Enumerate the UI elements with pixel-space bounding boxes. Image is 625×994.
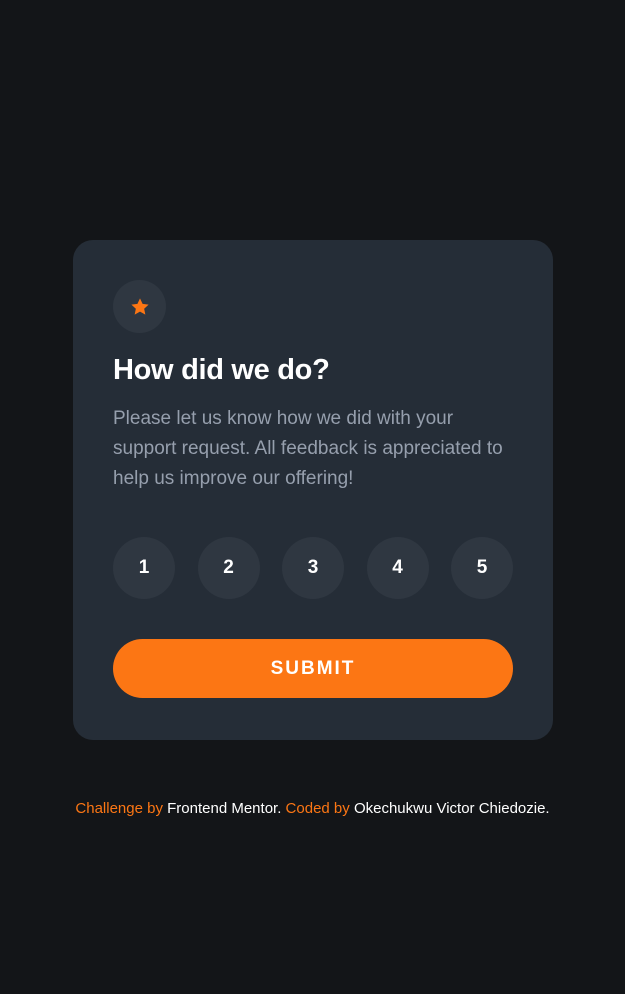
frontend-mentor-link[interactable]: Frontend Mentor. (167, 800, 281, 817)
card-description: Please let us know how we did with your … (113, 408, 503, 489)
star-icon (130, 297, 149, 315)
rating-5-button[interactable]: 5 (451, 537, 513, 599)
challenge-by-label: Challenge by (75, 800, 163, 817)
rating-3-button[interactable]: 3 (282, 537, 344, 599)
attribution-footer: Challenge by Frontend Mentor. Coded by O… (0, 799, 625, 819)
rating-options: 1 2 3 4 5 (113, 537, 513, 599)
rating-4-button[interactable]: 4 (366, 537, 429, 599)
star-icon-badge (113, 280, 166, 333)
rating-1-button[interactable]: 1 (113, 537, 175, 599)
coded-by-label: Coded by (285, 800, 350, 817)
rating-card: How did we do? Please let us know how we… (73, 240, 553, 740)
submit-button[interactable]: SUBMIT (113, 639, 513, 698)
card-title: How did we do? (113, 354, 330, 386)
rating-2-button[interactable]: 2 (197, 537, 260, 599)
author-link[interactable]: Okechukwu Victor Chiedozie. (354, 800, 550, 817)
